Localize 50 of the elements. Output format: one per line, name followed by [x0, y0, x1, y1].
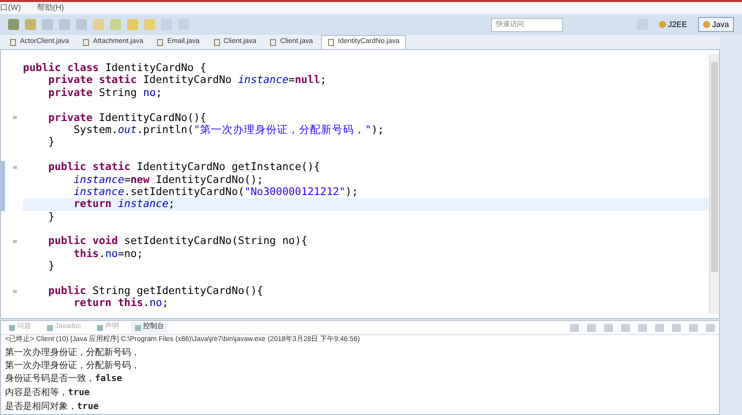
toolbar-icon[interactable]	[8, 19, 19, 30]
code-line: private static IdentityCardNo instance=null;	[47, 74, 328, 87]
toolbar-icon[interactable]	[59, 19, 70, 30]
java-file-icon	[214, 38, 220, 46]
java-file-icon	[157, 38, 164, 46]
fold-icon[interactable]	[13, 116, 17, 120]
fold-icon[interactable]	[13, 290, 17, 293]
code-line: System.out.println("第一次办理身份证，分配新号码，");	[72, 124, 386, 136]
toolbar-icon[interactable]	[76, 19, 87, 30]
toolbar-icon[interactable]	[127, 19, 138, 30]
code-line: public void setIdentityCardNo(String no){	[47, 235, 308, 248]
java-file-icon	[83, 38, 90, 46]
code-line: public static IdentityCardNo getInstance(){	[47, 161, 322, 174]
fold-icon[interactable]	[13, 240, 17, 244]
menu-item[interactable]: 帮助(H)	[36, 2, 64, 14]
code-line: }	[47, 136, 56, 149]
console-output-line: 是否是相同对象，true	[4, 400, 100, 414]
tab-icon	[135, 324, 142, 330]
toolbar-icon[interactable]	[110, 19, 121, 30]
console-output-line: 身份证号码是否一致，false	[4, 372, 124, 386]
toolbar-icon[interactable]	[144, 19, 155, 30]
code-line: instance.setIdentityCardNo("No300000121212");	[72, 186, 360, 198]
toolbar-icon[interactable]	[93, 19, 104, 30]
perspective-icon	[658, 21, 666, 28]
perspective-icon	[703, 21, 710, 28]
code-line: this.no=no;	[72, 248, 144, 260]
code-line: private IdentityCardNo(){	[47, 112, 208, 124]
console-output-line: 第一次办理身份证，分配新号码，	[4, 359, 141, 372]
tab-icon	[9, 324, 15, 330]
code-line: return this.no;	[72, 297, 170, 310]
java-file-icon	[10, 38, 16, 46]
code-line: }	[47, 260, 56, 273]
perspective-button[interactable]: J2EE	[654, 17, 692, 32]
perspective-button[interactable]: Java	[698, 17, 734, 32]
toolbar-icon[interactable]	[25, 19, 36, 30]
java-file-icon	[328, 39, 334, 46]
console-output-line: 第一次办理身份证，分配新号码，	[4, 346, 141, 359]
code-line: public class IdentityCardNo {	[23, 62, 208, 74]
menu-item[interactable]: 口(W)	[0, 2, 21, 14]
java-file-icon	[270, 38, 276, 46]
tab-icon	[47, 324, 53, 330]
console-output-line: 内容是否相等，true	[4, 386, 91, 400]
code-line: instance=new IdentityCardNo();	[72, 174, 264, 186]
tab-icon	[97, 324, 104, 330]
fold-icon[interactable]	[13, 166, 17, 169]
code-line: }	[47, 210, 56, 224]
toolbar-icon[interactable]	[42, 19, 53, 30]
vertical-scrollbar[interactable]	[709, 54, 719, 314]
code-line: public String getIdentityCardNo(){	[47, 285, 264, 298]
code-line: private String no;	[47, 86, 164, 100]
